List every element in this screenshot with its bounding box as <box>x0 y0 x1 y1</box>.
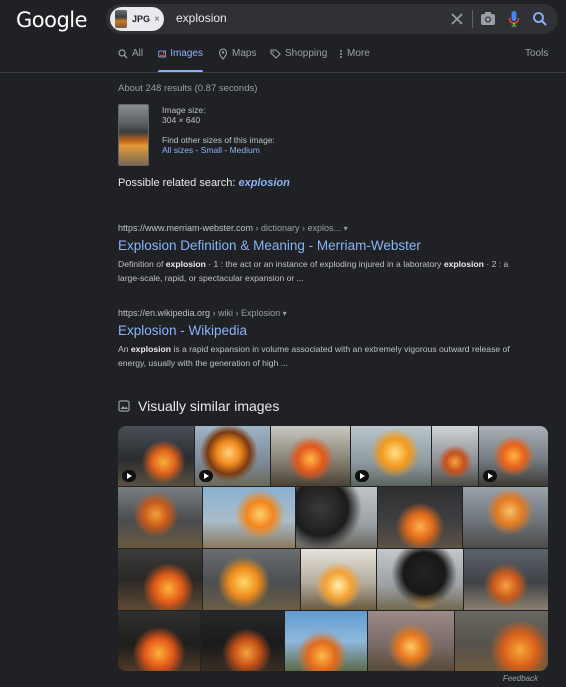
related-search-link[interactable]: explosion <box>238 177 289 189</box>
similar-image-thumbnail[interactable] <box>285 611 367 671</box>
snippet-text: · 1 : the act or an instance of explodin… <box>205 259 444 269</box>
similar-image-thumbnail[interactable] <box>479 426 548 486</box>
similar-image-thumbnail[interactable] <box>301 549 376 610</box>
image-size-label: Image size: <box>162 105 206 115</box>
similar-image-thumbnail[interactable] <box>118 426 194 486</box>
related-search-prefix: Possible related search: <box>118 177 236 189</box>
similar-image-thumbnail[interactable] <box>271 426 350 486</box>
all-sizes-link[interactable]: All sizes <box>162 145 193 155</box>
play-icon <box>122 470 136 482</box>
similar-image-thumbnail[interactable] <box>118 549 202 610</box>
similar-image-thumbnail[interactable] <box>432 426 478 486</box>
related-search: Possible related search: explosion <box>118 177 290 189</box>
microphone-icon[interactable] <box>508 10 520 28</box>
result-breadcrumb: › wiki › Explosion <box>210 308 281 318</box>
similar-image-thumbnail[interactable] <box>118 487 202 548</box>
image-size-value: 304 × 640 <box>162 115 201 125</box>
result-domain: https://www.merriam-webster.com <box>118 223 254 233</box>
search-input[interactable]: explosion <box>176 11 227 25</box>
similar-image-thumbnail[interactable] <box>463 487 548 548</box>
result-domain: https://en.wikipedia.org <box>118 308 211 318</box>
tools-label: Tools <box>525 48 549 59</box>
tabs-divider <box>0 72 566 73</box>
result-menu-chevron-icon[interactable]: ▾ <box>283 309 287 318</box>
snippet-text: An <box>118 344 131 354</box>
play-icon <box>483 470 497 482</box>
search-bar[interactable]: JPG × explosion <box>106 4 558 34</box>
visually-similar-heading: Visually similar images <box>118 398 279 414</box>
tab-shopping[interactable]: Shopping <box>270 48 327 72</box>
result-snippet: An explosion is a rapid expansion in vol… <box>118 342 518 370</box>
medium-size-link[interactable]: Medium <box>230 145 260 155</box>
result-menu-chevron-icon[interactable]: ▾ <box>344 224 348 233</box>
result-url[interactable]: https://en.wikipedia.org › wiki › Explos… <box>118 308 518 318</box>
tab-images[interactable]: Images <box>158 48 203 72</box>
small-size-link[interactable]: Small <box>201 145 222 155</box>
tab-all[interactable]: All <box>118 48 143 72</box>
result-title[interactable]: Explosion Definition & Meaning - Merriam… <box>118 238 518 253</box>
image-icon <box>118 400 130 412</box>
search-result: https://en.wikipedia.org › wiki › Explos… <box>118 308 518 370</box>
clear-icon[interactable] <box>450 10 464 28</box>
search-submit-icon[interactable] <box>532 10 548 28</box>
tab-label: Shopping <box>285 48 328 59</box>
tab-label: Maps <box>232 48 257 59</box>
result-breadcrumb: › dictionary › explos... <box>253 223 342 233</box>
result-title[interactable]: Explosion - Wikipedia <box>118 323 518 338</box>
similar-image-thumbnail[interactable] <box>378 487 462 548</box>
size-separator: - <box>193 145 201 155</box>
tab-label: More <box>347 48 370 59</box>
snippet-text: Definition of <box>118 259 166 269</box>
similar-image-thumbnail[interactable] <box>201 611 284 671</box>
snippet-highlight: explosion <box>443 259 484 269</box>
search-icon <box>118 49 128 59</box>
snippet-highlight: explosion <box>165 259 206 269</box>
search-tabs: All Images Maps Shopping More Tools <box>0 48 566 72</box>
result-stats: About 248 results (0.87 seconds) <box>118 83 258 94</box>
google-logo[interactable]: Google <box>16 8 88 32</box>
tab-more[interactable]: More <box>339 48 370 72</box>
camera-icon[interactable] <box>480 10 496 28</box>
image-info: Image size: 304 × 640 Find other sizes o… <box>162 105 275 155</box>
similar-image-thumbnail[interactable] <box>296 487 377 548</box>
snippet-text: is a rapid expansion in volume associate… <box>118 344 510 368</box>
query-image-thumbnail <box>115 10 127 28</box>
tab-maps[interactable]: Maps <box>218 48 256 72</box>
query-image-preview[interactable] <box>118 104 149 166</box>
map-pin-icon <box>218 48 228 60</box>
visually-similar-title: Visually similar images <box>138 398 280 414</box>
feedback-link[interactable]: Feedback <box>503 674 538 683</box>
similar-image-thumbnail[interactable] <box>203 549 300 610</box>
similar-image-thumbnail[interactable] <box>118 611 200 671</box>
image-query-chip[interactable]: JPG × <box>110 7 164 31</box>
image-icon <box>158 50 166 58</box>
chip-remove-icon[interactable]: × <box>154 14 160 25</box>
tools-button[interactable]: Tools <box>525 48 548 72</box>
play-icon <box>199 470 213 482</box>
result-url[interactable]: https://www.merriam-webster.com › dictio… <box>118 223 518 233</box>
similar-image-thumbnail[interactable] <box>455 611 548 671</box>
search-result: https://www.merriam-webster.com › dictio… <box>118 223 518 285</box>
snippet-highlight: explosion <box>130 344 172 354</box>
tab-label: Images <box>170 48 203 59</box>
result-snippet: Definition of explosion · 1 : the act or… <box>118 257 518 285</box>
similar-images-grid <box>118 426 548 671</box>
similar-image-thumbnail[interactable] <box>377 549 463 610</box>
more-vert-icon <box>340 50 342 58</box>
size-separator: - <box>222 145 230 155</box>
similar-image-thumbnail[interactable] <box>195 426 270 486</box>
tab-label: All <box>132 48 144 59</box>
play-icon <box>355 470 369 482</box>
similar-image-thumbnail[interactable] <box>464 549 548 610</box>
find-sizes-label: Find other sizes of this image: <box>162 135 275 145</box>
similar-image-thumbnail[interactable] <box>203 487 295 548</box>
chip-label: JPG <box>132 14 151 24</box>
similar-image-thumbnail[interactable] <box>351 426 431 486</box>
tag-icon <box>270 49 281 59</box>
search-divider <box>472 10 473 28</box>
similar-image-thumbnail[interactable] <box>368 611 454 671</box>
